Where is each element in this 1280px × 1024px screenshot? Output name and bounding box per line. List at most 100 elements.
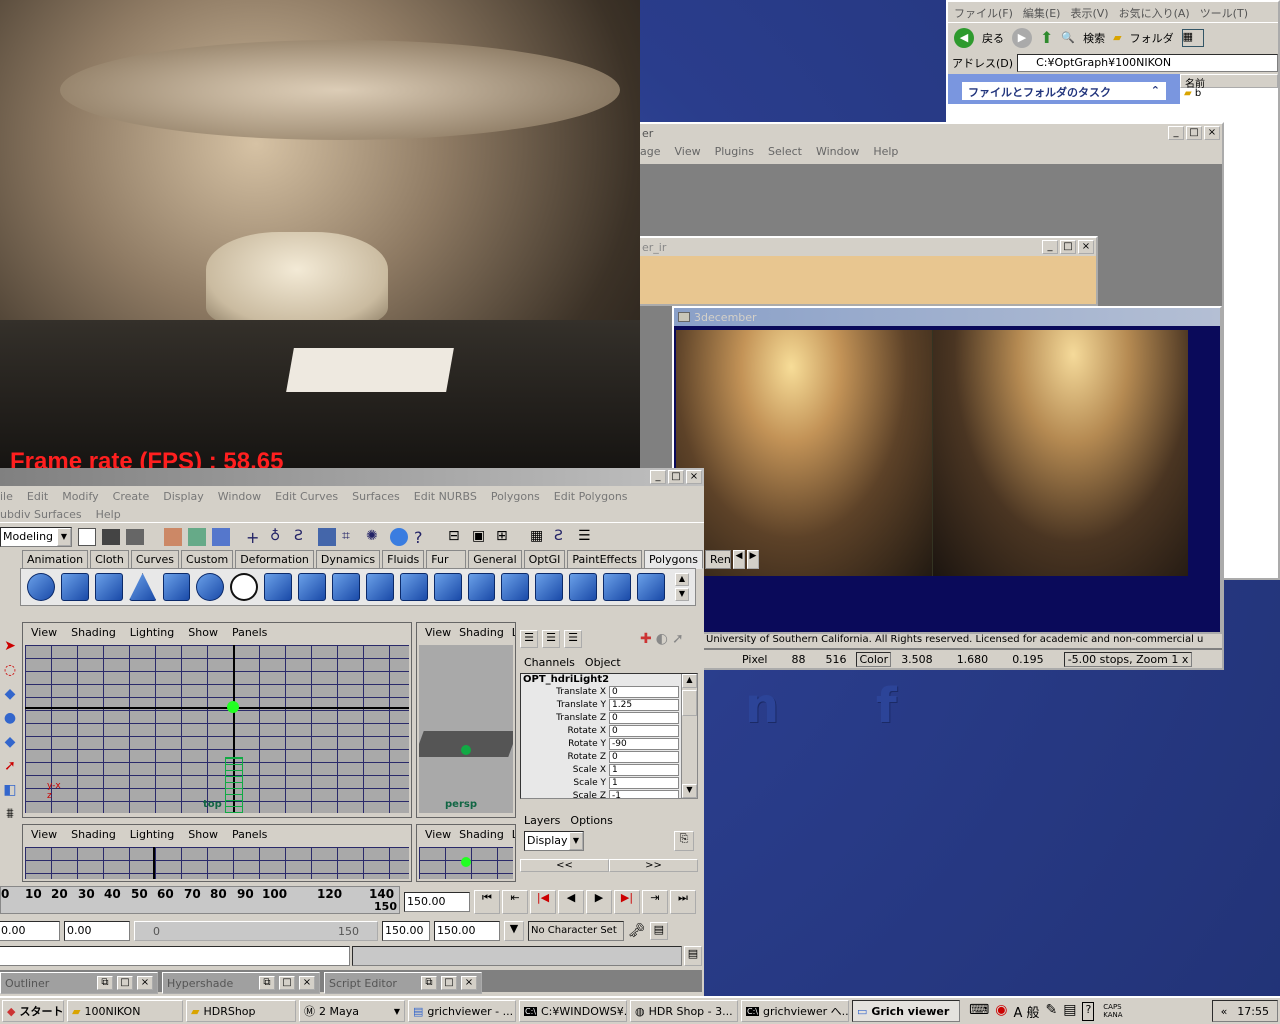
smooth-icon[interactable] [365, 573, 394, 601]
close-button[interactable]: × [1204, 126, 1220, 140]
go-to-end-icon[interactable]: ⏭ [670, 890, 696, 914]
vp-menu-shading[interactable]: Shading [71, 828, 116, 841]
maximize-button[interactable]: □ [117, 976, 133, 990]
vp-menu-show[interactable]: Show [188, 626, 218, 639]
vp-menu-view[interactable]: View [425, 626, 451, 639]
minimize-button[interactable]: _ [650, 470, 666, 484]
step-forward-key-icon[interactable]: ⇥ [642, 890, 668, 914]
channel-value[interactable]: 0 [609, 711, 679, 724]
tab-custom[interactable]: Custom [181, 550, 234, 569]
wedge-face-icon[interactable] [501, 573, 530, 601]
new-scene-icon[interactable] [78, 527, 96, 546]
channel-value[interactable]: 0 [609, 750, 679, 763]
character-set-select[interactable]: No Character Set [528, 921, 624, 941]
maximize-button[interactable]: □ [441, 976, 457, 990]
task-panel-title[interactable]: ファイルとフォルダのタスク [968, 84, 1111, 99]
tab-dynamics[interactable]: Dynamics [315, 550, 381, 569]
menu-edit[interactable]: Edit [27, 490, 48, 503]
vp-menu-lighting[interactable]: Lighting [130, 626, 174, 639]
taskbar-item[interactable]: ▰ 100NIKON [67, 1000, 183, 1022]
tab-fur[interactable]: Fur [426, 550, 467, 569]
merge-icon[interactable] [569, 573, 598, 601]
menu-modify[interactable]: Modify [62, 490, 98, 503]
up-folder-icon[interactable]: ⬆ [1040, 28, 1053, 47]
anim-prefs-icon[interactable]: ▤ [649, 922, 668, 940]
layer-next-button[interactable]: >> [609, 859, 698, 872]
layer-mode-select[interactable]: Display ▼ [524, 831, 584, 851]
save-scene-icon[interactable] [126, 528, 144, 545]
channel-value[interactable]: -90 [609, 737, 679, 750]
separate-icon[interactable] [298, 573, 327, 601]
close-button[interactable]: × [686, 470, 702, 484]
close-button[interactable]: × [299, 976, 315, 990]
toggle-sphere-icon[interactable]: ◐ [656, 631, 668, 647]
help-icon[interactable]: ? [414, 528, 432, 547]
menu-view[interactable]: 表示(V) [1070, 5, 1108, 20]
range-start-field[interactable]: 0.00 [0, 921, 60, 941]
keyboard-icon[interactable]: ⌨ [969, 1002, 989, 1021]
vp-menu-view[interactable]: View [31, 828, 57, 841]
channel-value[interactable]: 0 [609, 724, 679, 737]
manip-tool-icon[interactable]: ➚ [4, 758, 16, 774]
extrude-edge-icon[interactable] [467, 573, 496, 601]
menu-edit-curves[interactable]: Edit Curves [275, 490, 338, 503]
select-component-icon[interactable] [212, 527, 230, 546]
channel-value[interactable]: 1 [609, 776, 679, 789]
scale-tool-icon[interactable]: ◆ [5, 734, 16, 750]
search-button[interactable]: 検索 [1083, 30, 1105, 46]
menu-edit-nurbs[interactable]: Edit NURBS [414, 490, 477, 503]
taskbar-item[interactable]: C:\ grichviewer へ... [741, 1000, 849, 1022]
vp-menu-lighting[interactable]: Lighting [130, 828, 174, 841]
poly-sphere-icon[interactable] [27, 573, 55, 601]
vp-menu-view[interactable]: View [31, 626, 57, 639]
combine-icon[interactable] [264, 573, 293, 601]
maximize-button[interactable]: □ [1060, 240, 1076, 254]
history-icon[interactable]: ✺ [366, 528, 384, 546]
script-editor-icon[interactable]: ▤ [684, 946, 702, 966]
open-scene-icon[interactable] [102, 528, 120, 545]
folders-button[interactable]: フォルダ [1130, 30, 1174, 46]
close-button[interactable]: × [461, 976, 477, 990]
menu-tools[interactable]: ツール(T) [1200, 5, 1248, 20]
range-slider[interactable]: 0 150 [134, 921, 378, 941]
menu-window[interactable]: Window [218, 490, 261, 503]
hdrshop-titlebar[interactable]: er _ □ × [622, 124, 1222, 142]
tab-curves[interactable]: Curves [130, 550, 180, 569]
minimized-outliner[interactable]: Outliner ⧉ □ × [0, 972, 158, 994]
menu-help[interactable]: Help [96, 508, 121, 521]
back-icon[interactable]: ◀ [954, 27, 974, 48]
tab-rendering[interactable]: Ren [704, 550, 731, 569]
panorama-image[interactable] [676, 330, 1188, 576]
channel-value[interactable]: 0 [609, 685, 679, 698]
lock-icon[interactable]: ⊟ [448, 528, 466, 546]
taskbar-item[interactable]: C:\ C:¥WINDOWS¥... [519, 1000, 627, 1022]
vp-menu-panels[interactable]: Panels [232, 828, 267, 841]
arrow-icon[interactable]: ➚ [672, 631, 684, 647]
ipr-icon[interactable]: ⊞ [496, 528, 514, 546]
close-button[interactable]: × [1078, 240, 1094, 254]
channel-value[interactable]: 1 [609, 763, 679, 776]
menu-select[interactable]: Select [768, 145, 802, 161]
clock[interactable]: 17:55 [1237, 1005, 1269, 1018]
render-globals-icon[interactable]: ▣ [472, 528, 490, 546]
snap-grid-icon[interactable]: + [246, 528, 264, 547]
tool-settings-icon[interactable]: Ƨ [554, 528, 572, 546]
column-header-name[interactable]: 名前 [1180, 74, 1278, 90]
help-icon[interactable]: ? [1082, 1001, 1095, 1021]
close-button[interactable]: × [137, 976, 153, 990]
step-back-frame-icon[interactable]: |◀ [530, 890, 556, 914]
menu-view[interactable]: View [675, 145, 701, 161]
vp-menu-show[interactable]: Show [188, 828, 218, 841]
playback-start-field[interactable]: 0.00 [64, 921, 130, 941]
chevron-down-icon[interactable]: ▼ [504, 921, 524, 941]
taskbar-item[interactable]: Ⓜ 2 Maya ▼ [299, 1000, 405, 1022]
render-icon[interactable] [390, 527, 408, 546]
vp-menu-view[interactable]: View [425, 828, 451, 841]
forward-icon[interactable]: ▶ [1012, 27, 1032, 48]
vp-menu-shading[interactable]: Shading [459, 626, 504, 639]
tab-general[interactable]: General [468, 550, 522, 569]
child-titlebar[interactable]: er_ir _ □ × [638, 238, 1096, 256]
ime-icon[interactable]: ◉ [995, 1002, 1007, 1021]
shelf-up-icon[interactable]: ▲ [674, 573, 689, 586]
move-tool-icon[interactable]: ◆ [5, 686, 16, 702]
